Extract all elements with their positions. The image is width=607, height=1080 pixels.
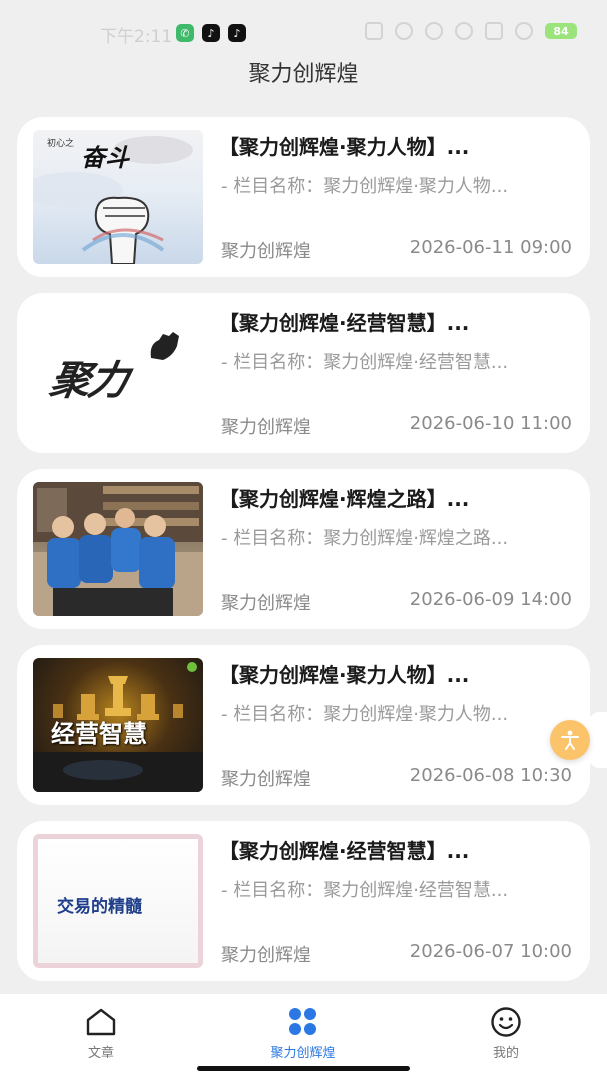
thumb-caption-small: 初心之 bbox=[47, 139, 75, 149]
home-indicator bbox=[197, 1066, 410, 1071]
article-card[interactable]: 经营智慧 【聚力创辉煌·聚力人物】... - 栏目名称：聚力创辉煌·聚力人物..… bbox=[17, 645, 590, 805]
article-title: 【聚力创辉煌·经营智慧】... bbox=[219, 311, 470, 335]
grid-icon bbox=[233, 1006, 373, 1038]
article-description: - 栏目名称：聚力创辉煌·聚力人物... bbox=[221, 176, 509, 197]
article-description: - 栏目名称：聚力创辉煌·聚力人物... bbox=[221, 704, 509, 725]
home-icon bbox=[31, 1006, 171, 1038]
article-date: 2026-06-07 10:00 bbox=[409, 941, 572, 962]
article-title: 【聚力创辉煌·聚力人物】... bbox=[219, 135, 470, 159]
thumb-caption: 聚力 bbox=[46, 358, 131, 404]
article-card[interactable]: 【聚力创辉煌·辉煌之路】... - 栏目名称：聚力创辉煌·辉煌之路... 聚力创… bbox=[17, 469, 590, 629]
floating-tab bbox=[588, 712, 607, 768]
thumb-caption: 经营智慧 bbox=[51, 720, 147, 748]
nav-item-juli[interactable]: 聚力创辉煌 bbox=[233, 1006, 373, 1061]
no-location-icon bbox=[455, 22, 473, 40]
sim-icon bbox=[485, 22, 503, 40]
article-source: 聚力创辉煌 bbox=[221, 769, 311, 790]
thumb-caption: 奋斗 bbox=[81, 144, 129, 172]
badge-icon bbox=[187, 662, 197, 672]
status-time: 下午2:11 bbox=[100, 27, 173, 47]
article-source: 聚力创辉煌 bbox=[221, 945, 311, 966]
article-thumbnail: 交易的精髓 bbox=[33, 834, 203, 968]
article-title: 【聚力创辉煌·经营智慧】... bbox=[219, 839, 470, 863]
article-description: - 栏目名称：聚力创辉煌·辉煌之路... bbox=[221, 528, 509, 549]
nav-item-mine[interactable]: 我的 bbox=[436, 1006, 576, 1061]
accessibility-button[interactable] bbox=[550, 720, 590, 760]
status-bar: 下午2:11 ✆ ♪ ♪ 84 bbox=[0, 0, 607, 62]
wifi-icon bbox=[515, 22, 533, 40]
moon-icon bbox=[395, 22, 413, 40]
tiktok-icon: ♪ bbox=[202, 24, 220, 42]
article-source: 聚力创辉煌 bbox=[221, 241, 311, 262]
nav-item-articles[interactable]: 文章 bbox=[31, 1006, 171, 1061]
nav-label: 聚力创辉煌 bbox=[270, 1046, 336, 1061]
article-card[interactable]: 聚力 【聚力创辉煌·经营智慧】... - 栏目名称：聚力创辉煌·经营智慧... … bbox=[17, 293, 590, 453]
status-app-icons: ✆ ♪ ♪ bbox=[176, 24, 246, 42]
page-title: 聚力创辉煌 bbox=[248, 62, 359, 87]
article-list: 初心之 奋斗 【聚力创辉煌·聚力人物】... - 栏目名称：聚力创辉煌·聚力人物… bbox=[17, 117, 590, 997]
article-source: 聚力创辉煌 bbox=[221, 417, 311, 438]
status-indicators: 84 bbox=[365, 22, 577, 40]
article-title: 【聚力创辉煌·聚力人物】... bbox=[219, 663, 470, 687]
thumb-caption: 交易的精髓 bbox=[57, 897, 142, 917]
article-date: 2026-06-11 09:00 bbox=[409, 237, 572, 258]
article-thumbnail: 聚力 bbox=[33, 306, 203, 440]
article-card[interactable]: 初心之 奋斗 【聚力创辉煌·聚力人物】... - 栏目名称：聚力创辉煌·聚力人物… bbox=[17, 117, 590, 277]
battery-indicator: 84 bbox=[545, 23, 577, 39]
nav-label: 文章 bbox=[87, 1046, 114, 1061]
accessibility-icon bbox=[561, 730, 579, 750]
students-photo bbox=[33, 482, 203, 616]
tiktok-icon: ♪ bbox=[228, 24, 246, 42]
vibrate-icon bbox=[365, 22, 383, 40]
article-description: - 栏目名称：聚力创辉煌·经营智慧... bbox=[221, 352, 509, 373]
smile-icon bbox=[436, 1006, 576, 1038]
article-date: 2026-06-10 11:00 bbox=[409, 413, 572, 434]
article-thumbnail bbox=[33, 482, 203, 616]
article-thumbnail: 初心之 奋斗 bbox=[33, 130, 203, 264]
article-date: 2026-06-08 10:30 bbox=[409, 765, 572, 786]
nav-label: 我的 bbox=[492, 1046, 519, 1061]
article-card[interactable]: 交易的精髓 【聚力创辉煌·经营智慧】... - 栏目名称：聚力创辉煌·经营智慧.… bbox=[17, 821, 590, 981]
fist-icon bbox=[150, 332, 179, 360]
article-title: 【聚力创辉煌·辉煌之路】... bbox=[219, 487, 470, 511]
article-date: 2026-06-09 14:00 bbox=[409, 589, 572, 610]
article-source: 聚力创辉煌 bbox=[221, 593, 311, 614]
article-thumbnail: 经营智慧 bbox=[33, 658, 203, 792]
bluetooth-icon bbox=[425, 22, 443, 40]
wechat-icon: ✆ bbox=[176, 24, 194, 42]
article-description: - 栏目名称：聚力创辉煌·经营智慧... bbox=[221, 880, 509, 901]
